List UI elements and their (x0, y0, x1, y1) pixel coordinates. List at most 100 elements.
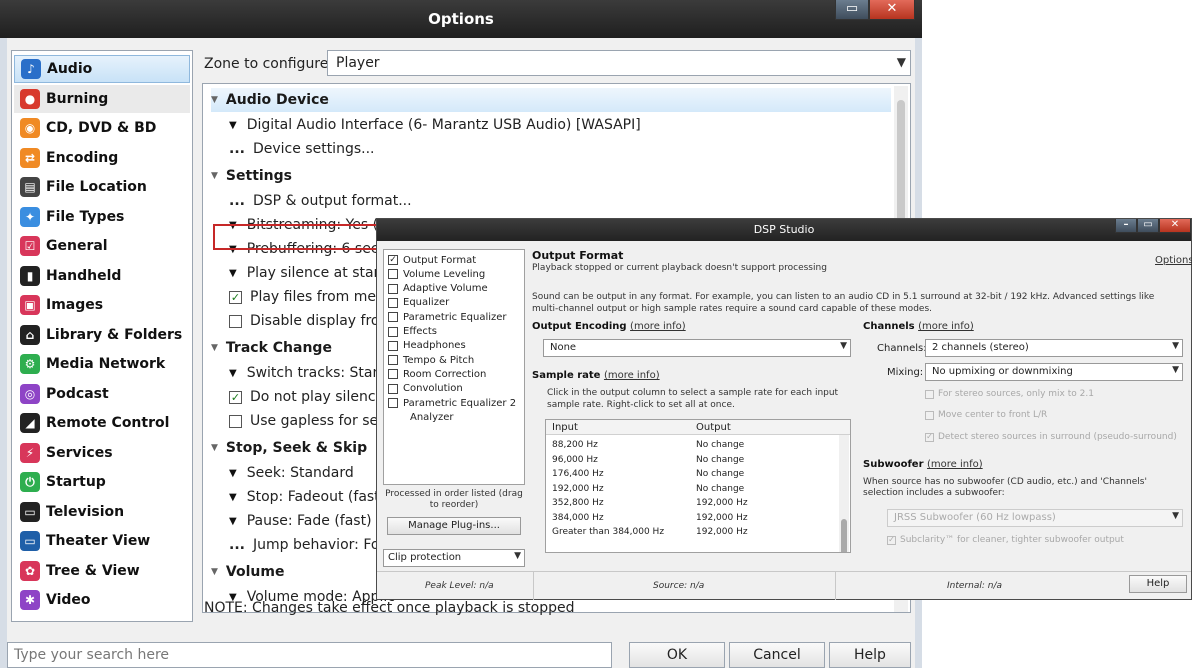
dsp-output-format-row[interactable]: ... DSP & output format... (229, 190, 412, 212)
checkbox-checked[interactable]: ✓ (388, 255, 398, 265)
help-button[interactable]: Help (1129, 575, 1187, 593)
plugin-item[interactable]: Parametric Equalizer 2 (388, 396, 516, 410)
plugin-item[interactable]: Equalizer (388, 296, 449, 310)
column-header-output[interactable]: Output (696, 422, 731, 433)
plugin-item[interactable]: Parametric Equalizer (388, 310, 507, 324)
close-button[interactable]: ✕ (869, 0, 915, 20)
sidebar-item-television[interactable]: ▭ Television (14, 498, 190, 526)
sidebar-item-general[interactable]: ☑ General (14, 232, 190, 260)
sidebar-item-theater-view[interactable]: ▭ Theater View (14, 527, 190, 555)
checkbox-unchecked[interactable] (388, 283, 398, 294)
checkbox-unchecked[interactable] (925, 410, 934, 420)
help-button[interactable]: Help (829, 642, 911, 668)
stop-row[interactable]: ▼ Stop: Fadeout (fast) (229, 486, 385, 508)
detect-stereo-option[interactable]: ✓ Detect stereo sources in surround (pseu… (925, 432, 1177, 442)
sidebar-item-video[interactable]: ✱ Video (14, 586, 190, 614)
more-info-link[interactable]: (more info) (604, 370, 660, 381)
maximize-button[interactable]: ▭ (835, 0, 869, 20)
subwoofer-select[interactable]: JRSS Subwoofer (60 Hz lowpass) ▼ (887, 509, 1183, 527)
sidebar-item-library-folders[interactable]: ⌂ Library & Folders (14, 321, 190, 349)
plugin-item[interactable]: Convolution (388, 382, 463, 396)
checkbox-unchecked[interactable] (388, 383, 398, 394)
plugin-item[interactable]: Analyzer (410, 410, 454, 424)
sidebar-item-remote-control[interactable]: ◢ Remote Control (14, 409, 190, 437)
close-button[interactable]: ✕ (1159, 219, 1191, 233)
sidebar-item-file-location[interactable]: ▤ File Location (14, 173, 190, 201)
dsp-title-bar[interactable]: DSP Studio – ▭ ✕ (377, 219, 1191, 241)
plugin-item[interactable]: Tempo & Pitch (388, 353, 474, 367)
cancel-button[interactable]: Cancel (729, 642, 825, 668)
checkbox-unchecked[interactable] (388, 269, 398, 280)
options-title-bar[interactable]: Options ▭ ✕ (0, 0, 922, 38)
play-files-row[interactable]: ✓ Play files from memo (229, 286, 398, 308)
output-cell[interactable]: 192,000 Hz (696, 513, 748, 523)
output-cell[interactable]: No change (696, 455, 744, 465)
zone-select[interactable]: Player ▼ (327, 50, 911, 76)
table-row[interactable]: 88,200 Hz No change (546, 440, 836, 452)
checkbox-unchecked[interactable] (388, 297, 398, 308)
checkbox-checked[interactable]: ✓ (229, 390, 242, 404)
plugin-item[interactable]: ✓ Output Format (388, 253, 476, 267)
section-volume[interactable]: ▼ Volume (211, 560, 284, 584)
search-input[interactable]: Type your search here (7, 642, 612, 668)
output-cell[interactable]: 192,000 Hz (696, 498, 748, 508)
options-link[interactable]: Options (1155, 255, 1192, 266)
sidebar-item-audio[interactable]: ♪ Audio (14, 55, 190, 83)
sidebar-item-images[interactable]: ▣ Images (14, 291, 190, 319)
table-row[interactable]: Greater than 384,000 Hz 192,000 Hz (546, 527, 836, 539)
sidebar-item-cd-dvd-bd[interactable]: ◉ CD, DVD & BD (14, 114, 190, 142)
more-info-link[interactable]: (more info) (918, 321, 974, 332)
table-row[interactable]: 352,800 Hz 192,000 Hz (546, 498, 836, 510)
sidebar-item-startup[interactable]: ⏻ Startup (14, 468, 190, 496)
plugin-item[interactable]: Headphones (388, 339, 466, 353)
minimize-button[interactable]: – (1115, 219, 1137, 233)
checkbox-unchecked[interactable] (388, 369, 398, 380)
more-info-link[interactable]: (more info) (927, 459, 983, 470)
more-info-link[interactable]: (more info) (630, 321, 686, 332)
sidebar-item-podcast[interactable]: ◎ Podcast (14, 380, 190, 408)
plugin-item[interactable]: Effects (388, 325, 437, 339)
plugin-item[interactable]: Volume Leveling (388, 267, 485, 281)
sidebar-item-tree-view[interactable]: ✿ Tree & View (14, 557, 190, 585)
channels-select[interactable]: 2 channels (stereo) ▼ (925, 339, 1183, 357)
sidebar-item-media-network[interactable]: ⚙ Media Network (14, 350, 190, 378)
output-cell[interactable]: No change (696, 469, 744, 479)
sidebar-item-handheld[interactable]: ▮ Handheld (14, 262, 190, 290)
checkbox-checked[interactable]: ✓ (229, 290, 242, 304)
plugin-item[interactable]: Adaptive Volume (388, 282, 488, 296)
checkbox-checked[interactable]: ✓ (887, 535, 896, 545)
ok-button[interactable]: OK (629, 642, 725, 668)
stereo-mix-option[interactable]: For stereo sources, only mix to 2.1 (925, 389, 1094, 399)
checkbox-unchecked[interactable] (925, 389, 934, 399)
sidebar-item-burning[interactable]: ● Burning (14, 84, 190, 113)
table-row[interactable]: 384,000 Hz 192,000 Hz (546, 513, 836, 525)
mixing-select[interactable]: No upmixing or downmixing ▼ (925, 363, 1183, 381)
seek-row[interactable]: ▼ Seek: Standard (229, 462, 354, 484)
output-cell[interactable]: 192,000 Hz (696, 527, 748, 537)
section-track-change[interactable]: ▼ Track Change (211, 336, 332, 360)
output-encoding-select[interactable]: None ▼ (543, 339, 851, 357)
output-cell[interactable]: No change (696, 484, 744, 494)
checkbox-checked[interactable]: ✓ (925, 432, 934, 442)
output-cell[interactable]: No change (696, 440, 744, 450)
checkbox-unchecked[interactable] (388, 340, 398, 351)
clip-protection-select[interactable]: Clip protection ▼ (383, 549, 525, 567)
checkbox-unchecked[interactable] (388, 326, 398, 337)
section-stop-seek-skip[interactable]: ▼ Stop, Seek & Skip (211, 436, 367, 460)
pause-row[interactable]: ▼ Pause: Fade (fast) (229, 510, 372, 532)
subclarity-option[interactable]: ✓ Subclarity™ for cleaner, tighter subwoo… (887, 535, 1124, 545)
manage-plugins-button[interactable]: Manage Plug-ins... (387, 517, 521, 535)
table-row[interactable]: 176,400 Hz No change (546, 469, 836, 481)
move-center-option[interactable]: Move center to front L/R (925, 410, 1047, 420)
column-header-input[interactable]: Input (552, 422, 578, 433)
sidebar-item-services[interactable]: ⚡ Services (14, 439, 190, 467)
scrollbar-thumb[interactable] (841, 519, 847, 552)
section-settings[interactable]: ▼ Settings (211, 164, 292, 188)
maximize-button[interactable]: ▭ (1137, 219, 1159, 233)
plugin-item[interactable]: Room Correction (388, 367, 486, 381)
table-row[interactable]: 96,000 Hz No change (546, 455, 836, 467)
checkbox-unchecked[interactable] (229, 414, 242, 428)
sidebar-item-encoding[interactable]: ⇄ Encoding (14, 144, 190, 172)
scrollbar-thumb[interactable] (897, 100, 905, 230)
checkbox-unchecked[interactable] (229, 314, 242, 328)
